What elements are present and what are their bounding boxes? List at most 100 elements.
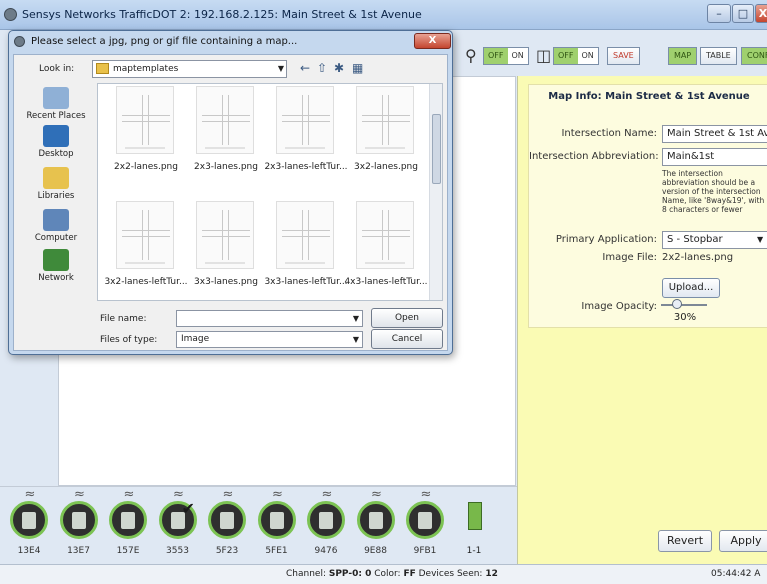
status-summary: Channel: SPP-0: 0 Color: FF Devices Seen… (286, 569, 498, 579)
right-panel: Map Info: Main Street & 1st Avenue Inter… (517, 76, 767, 564)
file-item[interactable]: 4x3-lanes-leftTur... (344, 199, 428, 300)
file-item[interactable]: 2x2-lanes.png (106, 84, 186, 189)
apply-button[interactable]: Apply (719, 530, 767, 552)
sensor-icon (356, 501, 395, 539)
toggle-switch-1[interactable]: OFF ON (483, 47, 529, 65)
device-sensor[interactable]: ≈157E (104, 488, 152, 564)
slider-thumb[interactable] (671, 299, 682, 309)
scrollbar-thumb[interactable] (432, 114, 441, 184)
upload-button[interactable]: Upload... (662, 278, 720, 298)
sensor-icon (208, 501, 246, 539)
up-folder-icon[interactable]: ⇧ (317, 61, 327, 75)
place-item[interactable]: Computer (17, 209, 95, 243)
toggle-switch-2[interactable]: OFF ON (553, 47, 599, 65)
toggle-on[interactable]: ON (507, 48, 528, 64)
file-name-input[interactable]: ▼ (176, 310, 363, 327)
channel-label: Channel: (286, 569, 329, 579)
dialog-body: Look in: maptemplates ▼ ← ⇧ ✱ ▦ Recent P… (13, 54, 448, 351)
color-label: Color: (371, 569, 404, 579)
abbreviation-label: Intersection Abbreviation: (529, 151, 659, 162)
status-time: 05:44:42 A (711, 569, 761, 579)
intersection-name-input[interactable]: Main Street & 1st Ave (662, 125, 767, 143)
toggle-off[interactable]: OFF (484, 48, 508, 64)
map-info-box: Map Info: Main Street & 1st Avenue Inter… (528, 84, 767, 328)
device-group-label: 1-1 (466, 546, 482, 556)
title-bar: Sensys Networks TrafficDOT 2: 192.168.2.… (0, 0, 767, 30)
device-id: 9FB1 (413, 546, 437, 556)
map-button[interactable]: MAP (668, 47, 698, 65)
device-id: 13E4 (17, 546, 41, 556)
file-name: 3x3-lanes-leftTur... (264, 277, 348, 287)
file-item[interactable]: 2x3-lanes-leftTur... (264, 84, 348, 189)
file-item[interactable]: 2x3-lanes.png (186, 84, 266, 189)
file-item[interactable]: 3x2-lanes-leftTur... (104, 199, 188, 300)
close-button[interactable]: X (755, 4, 767, 23)
file-item[interactable]: 3x3-lanes.png (186, 199, 266, 300)
back-icon[interactable]: ← (300, 61, 310, 75)
revert-button[interactable]: Revert (658, 530, 712, 552)
places-bar: Recent Places Desktop Libraries Computer Net… (17, 83, 95, 345)
place-item[interactable]: Recent Places (17, 87, 95, 121)
map-thumbnail (276, 86, 334, 154)
minimize-button[interactable]: – (707, 4, 731, 23)
device-sensor[interactable]: ≈9FB1 (401, 488, 449, 564)
map-thumbnail (356, 201, 414, 269)
device-sensor[interactable]: ≈13E4 (5, 487, 53, 564)
table-button[interactable]: TABLE (700, 47, 737, 65)
opacity-slider[interactable] (661, 299, 707, 309)
image-opacity-value: 30% (673, 312, 697, 323)
device-sensor[interactable]: ≈13E7 (55, 488, 103, 564)
file-type-value: Image (181, 334, 210, 344)
place-label: Computer (34, 233, 78, 243)
new-folder-icon[interactable]: ✱ (334, 61, 344, 75)
device-sensor[interactable]: ≈9476 (302, 488, 350, 564)
file-list[interactable]: 2x2-lanes.png 2x3-lanes.png 2x3-lanes-left… (97, 83, 443, 301)
place-label: Libraries (37, 191, 75, 201)
save-button[interactable]: SAVE (607, 47, 640, 65)
intersection-name-label: Intersection Name: (561, 128, 657, 139)
primary-application-select[interactable]: S - Stopbar ▼ (662, 231, 767, 249)
device-sensor[interactable]: ≈5FE1 (253, 488, 301, 564)
wifi-signal-icon: ≈ (371, 487, 382, 502)
image-opacity-label: Image Opacity: (581, 301, 657, 312)
wifi-signal-icon: ≈ (24, 487, 36, 502)
place-item[interactable]: Libraries (17, 167, 95, 201)
app-icon (4, 8, 17, 21)
search-icon[interactable]: ⚲ (465, 46, 477, 65)
dropdown-arrow-icon: ▼ (352, 314, 359, 323)
sensor-icon (109, 501, 147, 539)
file-list-scrollbar[interactable] (429, 84, 442, 300)
abbreviation-input[interactable]: Main&1st (662, 148, 767, 166)
device-group-icon[interactable] (468, 502, 482, 530)
device-sensor[interactable]: ≈ ✔ 3553 (154, 488, 202, 564)
place-item[interactable]: Desktop (17, 125, 95, 159)
map-thumbnail (116, 86, 174, 154)
device-id: 5F23 (215, 546, 239, 556)
device-sensor[interactable]: ≈5F23 (203, 488, 251, 564)
place-item[interactable]: Network (17, 249, 95, 283)
abbreviation-help-text: The intersection abbreviation should be … (662, 169, 765, 214)
maximize-button[interactable]: □ (732, 4, 754, 23)
dialog-title-bar: Please select a jpg, png or gif file con… (9, 31, 452, 53)
look-in-select[interactable]: maptemplates ▼ (92, 60, 287, 78)
toggle-on[interactable]: ON (577, 48, 598, 64)
page-icon[interactable]: ◫ (536, 46, 551, 65)
device-sensor[interactable]: ≈9E88 (352, 487, 400, 564)
toolbar: ⚲ OFF ON ◫ OFF ON SAVE MAP TABLE CONFIG (440, 36, 767, 76)
file-name: 3x2-lanes.png (354, 162, 418, 172)
file-item[interactable]: 3x2-lanes.png (346, 84, 426, 189)
dropdown-arrow-icon: ▼ (352, 335, 359, 344)
open-button[interactable]: Open (371, 308, 443, 328)
cancel-button[interactable]: Cancel (371, 329, 443, 349)
toggle-off[interactable]: OFF (554, 48, 578, 64)
view-menu-icon[interactable]: ▦ (352, 61, 363, 75)
file-item[interactable]: 3x3-lanes-leftTur... (264, 199, 348, 300)
config-button[interactable]: CONFIG (741, 47, 767, 65)
file-type-select[interactable]: Image ▼ (176, 331, 363, 348)
window-title: Sensys Networks TrafficDOT 2: 192.168.2.… (22, 8, 422, 21)
file-type-label: Files of type: (100, 335, 158, 345)
map-thumbnail (276, 201, 334, 269)
dialog-close-button[interactable]: X (414, 33, 451, 49)
sensor-icon (406, 501, 444, 539)
dropdown-arrow-icon: ▼ (277, 64, 284, 73)
